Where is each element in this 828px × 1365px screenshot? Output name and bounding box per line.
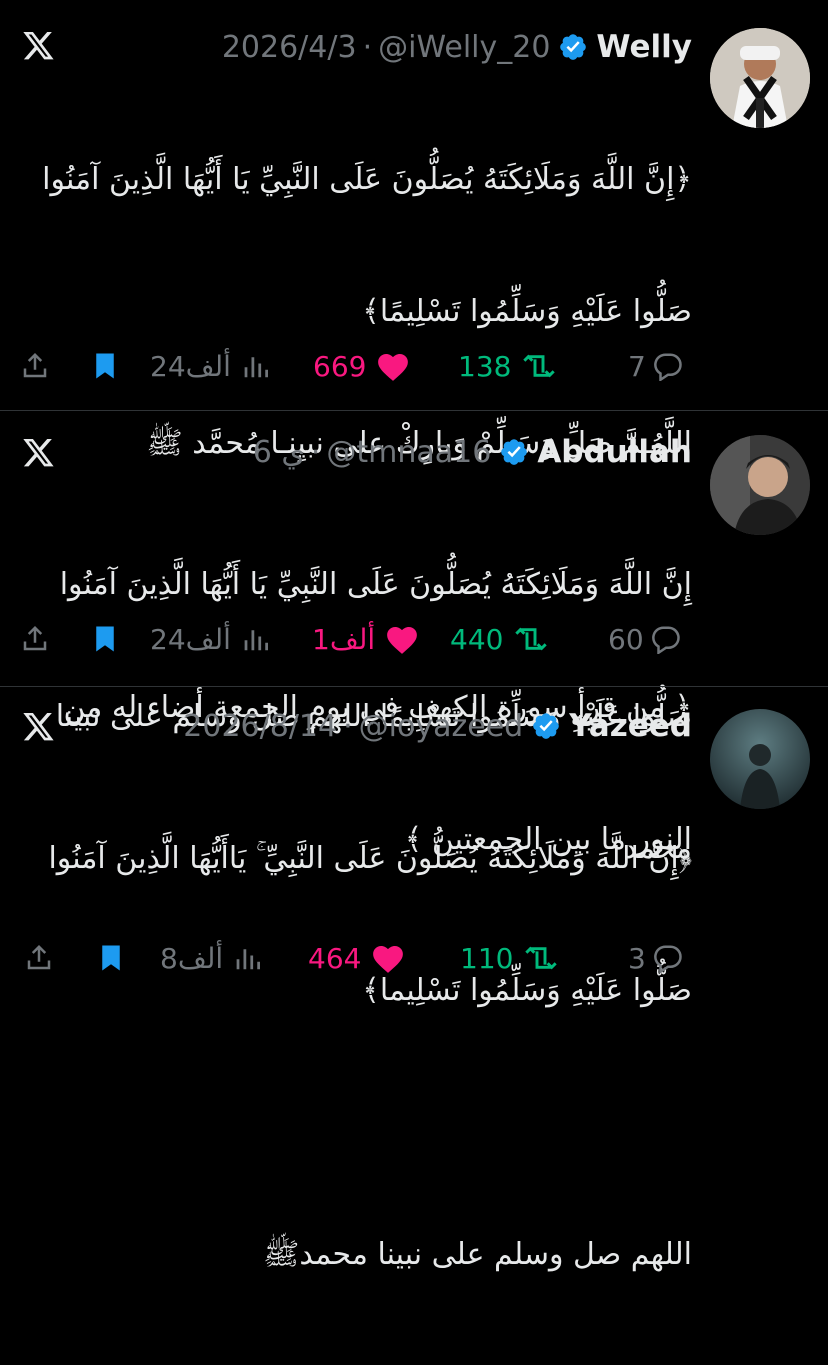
like-button[interactable]: 669 — [313, 346, 410, 386]
share-button[interactable] — [24, 938, 54, 978]
x-logo-icon[interactable] — [22, 711, 54, 743]
replies-count: 3 — [628, 941, 646, 975]
heart-icon — [387, 626, 417, 654]
like-button[interactable]: 1ألف — [312, 619, 419, 659]
retweet-button[interactable]: 110 — [460, 938, 559, 978]
share-icon — [27, 944, 51, 970]
tweet-header: 2026/4/3 · @iWelly_20 Welly — [222, 27, 692, 67]
tweet-date[interactable]: 2026/8/14 — [183, 709, 337, 744]
tweet[interactable]: 2026/4/3 · @iWelly_20 Welly ﴿إِنَّ اللَّ… — [0, 0, 828, 857]
separator-dot: · — [310, 434, 321, 470]
avatar[interactable] — [710, 435, 810, 535]
bookmark-button[interactable] — [96, 938, 126, 978]
tweet-line: ﴿إِنَّ اللَّهَ وَمَلَائِكَتَهُ يُصَلُّون… — [42, 162, 692, 197]
retweet-icon — [525, 946, 558, 970]
separator-dot: · — [343, 708, 353, 744]
tweet-line: إِنَّ اللَّهَ وَمَلَائِكَتَهُ يُصَلُّونَ… — [59, 567, 692, 602]
x-logo-icon[interactable] — [22, 30, 54, 62]
heart-icon — [378, 353, 409, 381]
views-icon — [236, 949, 261, 970]
verified-badge-icon — [533, 713, 559, 739]
views-count: 24ألف — [150, 349, 231, 383]
tweet-line: اللهم صل وسلم على نبينا محمدﷺ — [263, 1237, 692, 1272]
views-button[interactable]: 8ألف — [160, 938, 263, 978]
tweet-date[interactable]: 6 ي — [253, 435, 305, 470]
user-handle[interactable]: @ioyazeed — [359, 709, 524, 744]
replies-count: 60 — [608, 622, 644, 656]
reply-icon — [653, 353, 682, 381]
likes-count: 1ألف — [312, 622, 376, 656]
share-button[interactable] — [20, 346, 50, 386]
verified-badge-icon — [560, 34, 587, 60]
retweets-count: 110 — [460, 941, 514, 975]
reply-icon — [651, 626, 680, 654]
reply-button[interactable]: 60 — [608, 619, 682, 659]
heart-icon — [373, 945, 404, 973]
tweet-actions: 24ألف 1ألف 440 60 — [0, 619, 828, 659]
likes-count: 464 — [308, 941, 362, 975]
tweet[interactable]: 6 ي · @tmnaa16 Abdullah إِنَّ اللَّهَ وَ… — [0, 411, 828, 866]
views-icon — [244, 630, 268, 651]
tweet-line: ﴿إِنَّ اللَّهَ وَمَلَائِكَتَهُ يُصَلُّون… — [48, 841, 692, 876]
tweet[interactable]: 2026/8/14 · @ioyazeed Yazeed ﴿إِنَّ اللَ… — [0, 687, 828, 1272]
share-icon — [23, 352, 47, 378]
tweet-header: 2026/8/14 · @ioyazeed Yazeed — [183, 706, 692, 746]
tweet-text: ﴿إِنَّ اللَّهَ وَمَلَائِكَتَهُ يُصَلُّون… — [12, 749, 692, 1365]
likes-count: 669 — [313, 349, 367, 383]
bookmark-icon — [96, 353, 114, 379]
bookmark-icon — [96, 626, 114, 652]
views-button[interactable]: 24ألف — [150, 346, 271, 386]
tweet-line: صَلُّوا عَلَيْهِ وَسَلِّمُوا تَسْلِيمًا﴾ — [362, 294, 692, 329]
x-logo-icon[interactable] — [22, 437, 54, 469]
bookmark-icon — [102, 945, 120, 971]
bookmark-button[interactable] — [90, 619, 120, 659]
retweet-button[interactable]: 440 — [450, 619, 549, 659]
tweet-actions: 24ألف 669 138 7 — [0, 346, 828, 386]
display-name[interactable]: Abdullah — [537, 434, 692, 470]
retweet-icon — [515, 627, 548, 651]
share-button[interactable] — [20, 619, 50, 659]
retweet-button[interactable]: 138 — [458, 346, 557, 386]
views-icon — [244, 357, 268, 378]
avatar[interactable] — [710, 28, 810, 128]
bookmark-button[interactable] — [90, 346, 120, 386]
share-icon — [23, 625, 47, 651]
display-name[interactable]: Welly — [596, 29, 692, 65]
retweets-count: 138 — [458, 349, 512, 383]
views-button[interactable]: 24ألف — [150, 619, 271, 659]
reply-icon — [653, 945, 682, 973]
separator-dot: · — [362, 29, 373, 65]
tweet-date[interactable]: 2026/4/3 — [222, 30, 357, 65]
tweet-actions: 8ألف 464 110 3 — [0, 938, 828, 978]
views-count: 8ألف — [160, 941, 224, 975]
reply-button[interactable]: 3 — [628, 938, 684, 978]
tweet-header: 6 ي · @tmnaa16 Abdullah — [253, 432, 692, 472]
verified-badge-icon — [501, 439, 528, 465]
display-name[interactable]: Yazeed — [569, 708, 692, 744]
retweets-count: 440 — [450, 622, 504, 656]
tweet-line: ​ — [12, 1101, 692, 1145]
user-handle[interactable]: @iWelly_20 — [378, 30, 550, 65]
reply-button[interactable]: 7 — [628, 346, 684, 386]
retweet-icon — [523, 354, 556, 378]
views-count: 24ألف — [150, 622, 231, 656]
replies-count: 7 — [628, 349, 646, 383]
avatar[interactable] — [710, 709, 810, 809]
like-button[interactable]: 464 — [308, 938, 405, 978]
user-handle[interactable]: @tmnaa16 — [326, 435, 491, 470]
